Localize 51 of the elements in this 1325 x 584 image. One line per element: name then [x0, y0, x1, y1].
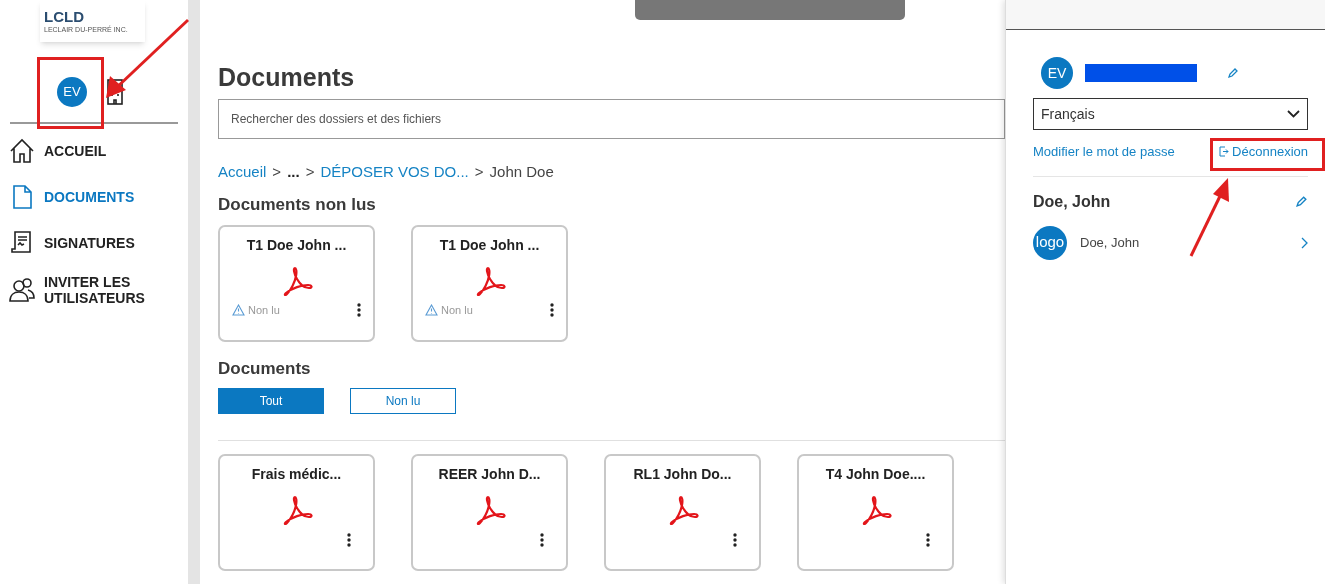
account-row[interactable]: logo Doe, John: [1033, 225, 1308, 260]
more-icon[interactable]: [540, 532, 544, 547]
page-title: Documents: [218, 62, 355, 93]
account-logo: logo: [1033, 225, 1067, 260]
nav-item[interactable]: SIGNATURES: [8, 228, 188, 258]
filter-button[interactable]: Tout: [218, 387, 324, 414]
user-avatar[interactable]: EV: [57, 77, 87, 107]
breadcrumb-separator: >: [305, 162, 315, 182]
warning-icon: [425, 304, 438, 317]
document-card[interactable]: T1 Doe John ... Non lu: [411, 225, 568, 342]
users-icon: [8, 276, 36, 304]
more-icon[interactable]: [550, 303, 554, 318]
section-title: Documents: [218, 358, 311, 380]
section-title: Documents non lus: [218, 193, 376, 216]
document-card[interactable]: REER John D...: [411, 453, 568, 571]
filter-button[interactable]: Non lu: [350, 387, 456, 414]
breadcrumb-item[interactable]: DÉPOSER VOS DO...: [320, 161, 469, 184]
chevron-down-icon: [1287, 110, 1300, 118]
chevron-right-icon: [1300, 236, 1308, 249]
breadcrumb-item[interactable]: Accueil: [218, 161, 267, 184]
password-link[interactable]: Modifier le mot de passe: [1033, 142, 1175, 162]
nav-item[interactable]: DOCUMENTS: [8, 182, 188, 212]
warning-icon: [232, 304, 245, 317]
breadcrumb-separator: >: [474, 162, 484, 182]
more-icon[interactable]: [347, 532, 351, 547]
breadcrumb-item: John Doe: [489, 162, 554, 182]
language-select[interactable]: Français: [1033, 98, 1308, 130]
document-card[interactable]: Frais médic...: [218, 453, 375, 571]
logout-link[interactable]: Déconnexion: [1219, 142, 1308, 162]
document-card[interactable]: T4 John Doe....: [797, 453, 954, 571]
document-card[interactable]: T1 Doe John ... Non lu: [218, 225, 375, 342]
nav-item[interactable]: INVITER LES UTILISATEURS: [8, 274, 188, 306]
more-icon[interactable]: [926, 532, 930, 547]
breadcrumb-separator: >: [272, 162, 282, 182]
account-name: Doe, John: [1033, 191, 1111, 212]
status-label: Non lu: [441, 303, 473, 318]
document-card[interactable]: RL1 John Do...: [604, 453, 761, 571]
more-icon[interactable]: [733, 532, 737, 547]
breadcrumb-item: ...: [287, 162, 300, 182]
logo-mark: LCLD: [44, 9, 84, 24]
edit-icon[interactable]: [1227, 67, 1239, 79]
highlight-box: [37, 57, 104, 129]
logout-icon: [1219, 146, 1230, 158]
edit-icon[interactable]: [1295, 195, 1308, 208]
profile-avatar: EV: [1041, 57, 1073, 89]
building-icon[interactable]: [107, 79, 123, 105]
home-icon: [8, 137, 36, 165]
search-field[interactable]: Rechercher des dossiers et des fichiers: [218, 99, 1005, 139]
status-label: Non lu: [248, 303, 280, 318]
more-icon[interactable]: [357, 303, 361, 318]
nav-item[interactable]: ACCUEIL: [8, 136, 188, 166]
